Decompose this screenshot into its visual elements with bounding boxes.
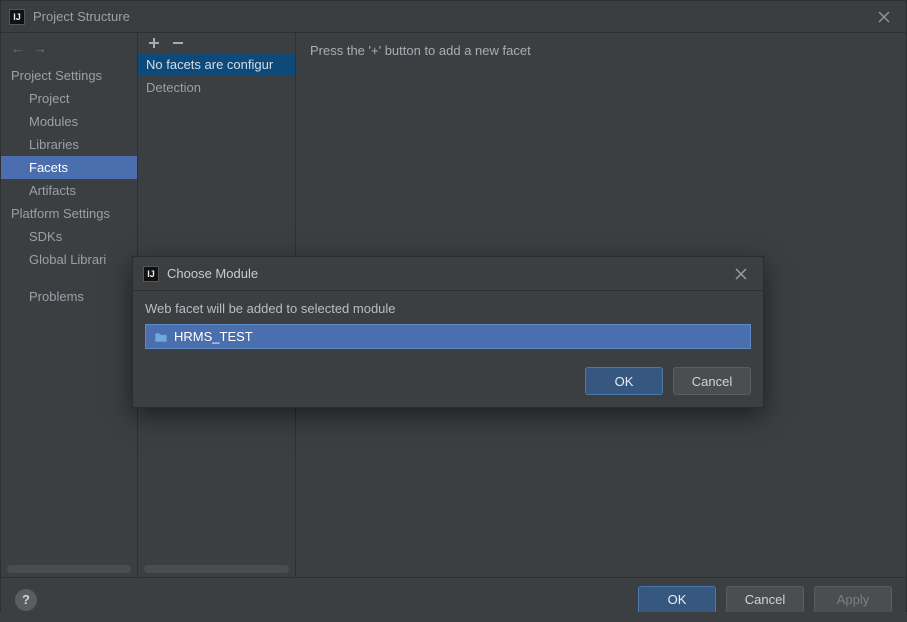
- app-icon: IJ: [9, 9, 25, 25]
- settings-sidebar: ← → Project Settings Project Modules Lib…: [1, 33, 138, 577]
- window-titlebar: IJ Project Structure: [1, 1, 906, 33]
- main-cancel-button[interactable]: Cancel: [726, 586, 804, 614]
- nav-arrows: ← →: [1, 37, 137, 64]
- dialog-cancel-button[interactable]: Cancel: [673, 367, 751, 395]
- minus-icon: [172, 37, 184, 49]
- sidebar-item-project[interactable]: Project: [1, 87, 137, 110]
- module-selection-row[interactable]: HRMS_TEST: [145, 324, 751, 349]
- nav-forward-button[interactable]: →: [34, 41, 47, 56]
- window-close-button[interactable]: [870, 3, 898, 31]
- dialog-message: Web facet will be added to selected modu…: [145, 301, 751, 316]
- sidebar-item-facets[interactable]: Facets: [1, 156, 137, 179]
- module-name: HRMS_TEST: [174, 329, 253, 344]
- main-ok-button[interactable]: OK: [638, 586, 716, 614]
- sidebar-item-sdks[interactable]: SDKs: [1, 225, 137, 248]
- dialog-app-icon: IJ: [143, 266, 159, 282]
- sidebar-scrollbar[interactable]: [7, 565, 131, 573]
- facet-toolbar: [138, 33, 295, 53]
- sidebar-item-modules[interactable]: Modules: [1, 110, 137, 133]
- sidebar-item-global-libraries[interactable]: Global Librari: [1, 248, 137, 271]
- sidebar-item-artifacts[interactable]: Artifacts: [1, 179, 137, 202]
- dialog-title: Choose Module: [167, 266, 729, 281]
- facet-row-detection[interactable]: Detection: [138, 76, 295, 99]
- dialog-body: Web facet will be added to selected modu…: [133, 291, 763, 355]
- close-icon: [878, 11, 890, 23]
- choose-module-dialog: IJ Choose Module Web facet will be added…: [132, 256, 764, 408]
- facet-row-empty[interactable]: No facets are configur: [138, 53, 295, 76]
- help-button[interactable]: ?: [15, 589, 37, 611]
- plus-icon: [148, 37, 160, 49]
- sidebar-section-header-project-settings: Project Settings: [1, 64, 137, 87]
- dialog-footer: OK Cancel: [133, 355, 763, 407]
- close-icon: [735, 268, 747, 280]
- main-apply-button[interactable]: Apply: [814, 586, 892, 614]
- dialog-titlebar: IJ Choose Module: [133, 257, 763, 291]
- dialog-ok-button[interactable]: OK: [585, 367, 663, 395]
- sidebar-item-libraries[interactable]: Libraries: [1, 133, 137, 156]
- dialog-close-button[interactable]: [729, 262, 753, 286]
- sidebar-item-problems[interactable]: Problems: [1, 285, 137, 308]
- sidebar-section-header-platform-settings: Platform Settings: [1, 202, 137, 225]
- facet-hint-text: Press the '+' button to add a new facet: [310, 43, 531, 58]
- window-title: Project Structure: [33, 9, 130, 24]
- add-facet-button[interactable]: [148, 37, 160, 49]
- nav-back-button[interactable]: ←: [11, 41, 24, 56]
- module-folder-icon: [154, 331, 168, 343]
- facet-list-scrollbar[interactable]: [144, 565, 289, 573]
- remove-facet-button[interactable]: [172, 37, 184, 49]
